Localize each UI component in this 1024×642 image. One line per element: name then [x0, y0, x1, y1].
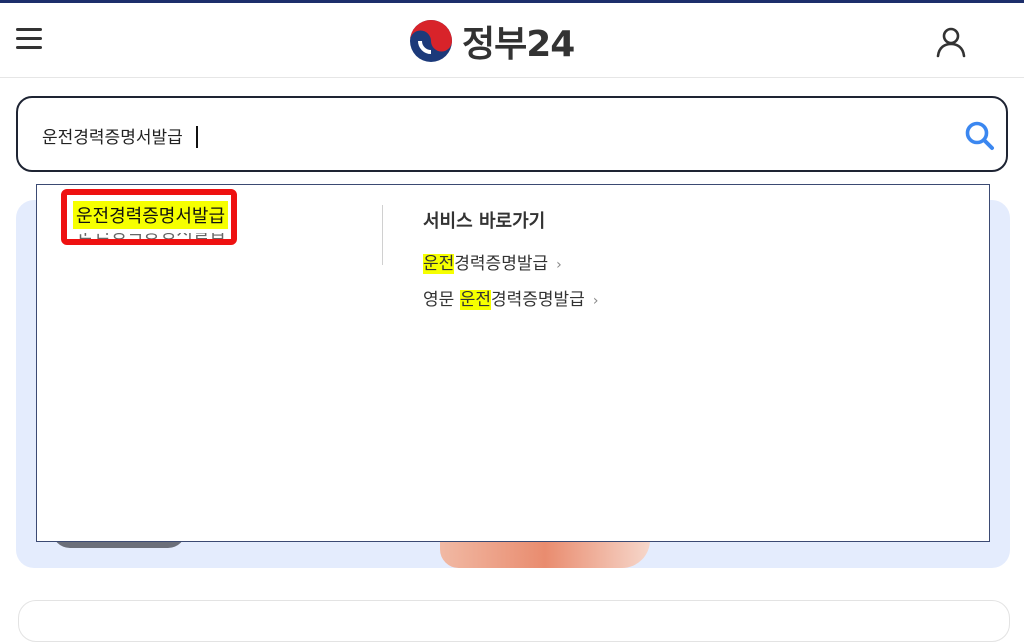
shortcut-highlight: 운전	[423, 254, 455, 274]
shortcut-link[interactable]: 영문 운전경력증명발급 ›	[423, 285, 598, 310]
content-card	[18, 600, 1010, 642]
hamburger-menu-icon[interactable]	[14, 25, 46, 55]
user-icon[interactable]	[934, 25, 968, 59]
suggestion-item[interactable]: 운전경력증명서발급	[77, 233, 226, 247]
shortcut-highlight: 운전	[459, 290, 491, 310]
site-header: 정부24	[0, 3, 1024, 78]
taegeuk-logo-icon	[410, 20, 452, 62]
suggestion-item[interactable]: 운전경력증명서발급	[73, 201, 229, 229]
search-box	[16, 96, 1008, 172]
text-caret	[196, 126, 198, 148]
home-logo[interactable]: 정부24	[408, 17, 575, 65]
search-input[interactable]	[42, 118, 922, 152]
autocomplete-dropdown: 운전경력증명서발급 운전경력증명서발급 서비스 바로가기 운전경력증명발급› 영…	[36, 184, 990, 542]
chevron-right-icon: ›	[556, 257, 562, 273]
shortcut-label: 경력증명발급	[490, 290, 585, 310]
search-icon[interactable]	[964, 120, 996, 152]
column-divider	[382, 205, 383, 265]
shortcut-prefix: 영문	[423, 290, 460, 310]
brand-name: 정부24	[462, 24, 575, 65]
shortcut-label: 경력증명발급	[454, 254, 549, 274]
banner-illustration	[440, 540, 650, 568]
shortcut-link[interactable]: 운전경력증명발급 ›	[423, 249, 562, 274]
chevron-right-icon: ›	[592, 293, 599, 309]
shortcuts-heading: 서비스 바로가기	[423, 211, 546, 232]
